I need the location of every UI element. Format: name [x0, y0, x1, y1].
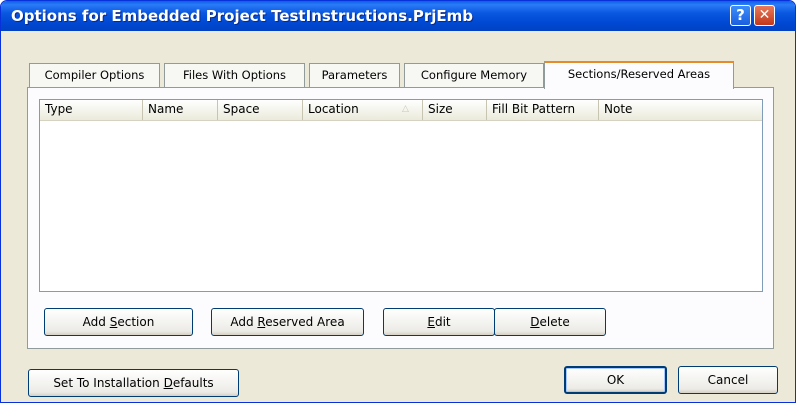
column-name[interactable]: Name	[143, 100, 218, 120]
button-label: Cancel	[707, 373, 749, 387]
column-note[interactable]: Note	[599, 100, 762, 120]
button-label: dit	[434, 315, 451, 329]
tab-compiler-options[interactable]: Compiler Options	[29, 63, 160, 87]
help-icon: ?	[736, 6, 745, 24]
set-installation-defaults-button[interactable]: Set To Installation Defaults	[28, 369, 239, 397]
title-bar[interactable]: Options for Embedded Project TestInstruc…	[1, 1, 795, 31]
tab-files-with-options[interactable]: Files With Options	[164, 63, 305, 87]
options-dialog: Options for Embedded Project TestInstruc…	[0, 0, 796, 403]
button-label: efaults	[172, 376, 214, 390]
add-section-button[interactable]: Add Section	[44, 308, 193, 336]
tab-label: Parameters	[321, 68, 388, 82]
column-fill-bit-pattern[interactable]: Fill Bit Pattern	[487, 100, 599, 120]
column-label: Name	[148, 102, 184, 116]
button-label: Set To Installation	[53, 376, 164, 390]
column-label: Type	[45, 102, 73, 116]
mnemonic-key: E	[427, 315, 435, 329]
button-label: elete	[539, 315, 570, 329]
close-button[interactable]: ✕	[754, 5, 775, 26]
column-label: Fill Bit Pattern	[492, 102, 576, 116]
dialog-title: Options for Embedded Project TestInstruc…	[11, 7, 473, 25]
mnemonic-key: D	[163, 376, 173, 390]
column-size[interactable]: Size	[423, 100, 487, 120]
tab-label: Compiler Options	[44, 68, 145, 82]
tab-label: Sections/Reserved Areas	[567, 67, 711, 81]
tab-label: Configure Memory	[420, 68, 528, 82]
column-label: Size	[428, 102, 453, 116]
column-label: Note	[604, 102, 633, 116]
help-button[interactable]: ?	[730, 5, 751, 26]
button-label: OK	[606, 373, 625, 387]
button-label: ection	[117, 315, 155, 329]
button-label: Add	[230, 315, 258, 329]
delete-button[interactable]: Delete	[494, 308, 606, 336]
add-reserved-area-button[interactable]: Add Reserved Area	[211, 308, 364, 336]
edit-button[interactable]: Edit	[383, 308, 495, 336]
tab-parameters[interactable]: Parameters	[309, 63, 400, 87]
column-label: Space	[223, 102, 260, 116]
column-type[interactable]: Type	[40, 100, 143, 120]
sections-list[interactable]: Type Name Space Location Size Fill Bit P…	[39, 99, 763, 292]
cancel-button[interactable]: Cancel	[678, 366, 778, 394]
ok-button[interactable]: OK	[564, 366, 667, 394]
sort-ascending-icon: △	[402, 104, 409, 114]
close-icon: ✕	[758, 7, 771, 23]
list-header: Type Name Space Location Size Fill Bit P…	[40, 100, 762, 121]
tab-configure-memory[interactable]: Configure Memory	[404, 63, 544, 87]
tab-label: Files With Options	[182, 68, 287, 82]
column-space[interactable]: Space	[218, 100, 303, 120]
column-label: Location	[308, 102, 359, 116]
button-label: Add	[82, 315, 110, 329]
tab-sections-reserved-areas[interactable]: Sections/Reserved Areas	[544, 61, 734, 89]
mnemonic-key: D	[530, 315, 540, 329]
tab-panel: Type Name Space Location Size Fill Bit P…	[27, 87, 774, 349]
button-label: eserved Area	[265, 315, 345, 329]
